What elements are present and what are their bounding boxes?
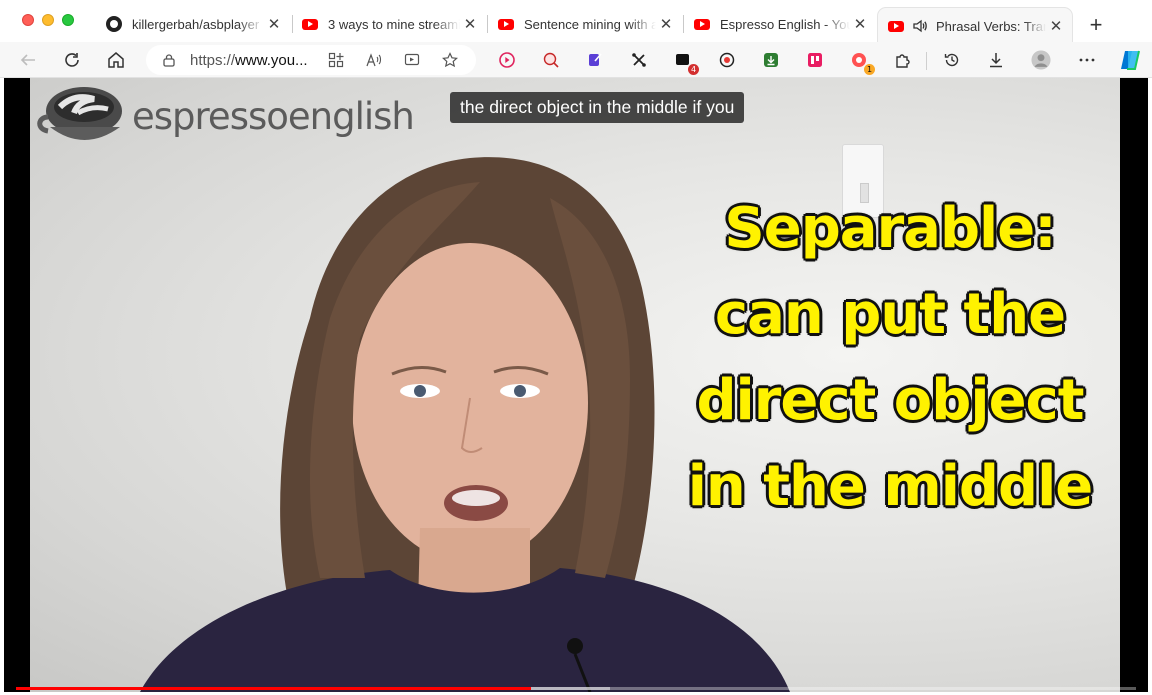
played-bar: [16, 687, 532, 690]
tab-github-asbplayer[interactable]: killergerbah/asbplayer ✕: [92, 8, 290, 40]
overlay-line: Separable:: [724, 196, 1056, 261]
address-bar[interactable]: https://www.you...: [146, 45, 476, 75]
toolbar-divider: [926, 52, 927, 70]
url-scheme: https://: [190, 51, 236, 69]
extension-note-pen-icon[interactable]: [585, 50, 605, 70]
app-available-icon[interactable]: [326, 50, 346, 70]
tab-espresso-english[interactable]: Espresso English - YouTube ✕: [680, 8, 876, 40]
profile-avatar[interactable]: [1031, 50, 1051, 70]
tab-phrasal-verbs[interactable]: Phrasal Verbs: Transitive ✕: [878, 8, 1072, 44]
home-icon: [108, 52, 124, 68]
close-window-button[interactable]: [22, 14, 34, 26]
extension-search-icon[interactable]: [541, 50, 561, 70]
youtube-icon: [498, 16, 514, 32]
extension-tab-counter-icon[interactable]: 4: [673, 50, 699, 75]
youtube-icon: [694, 16, 710, 32]
logo-text: espressoenglish: [132, 94, 415, 138]
tab-title: 3 ways to mine streaming: [328, 16, 460, 32]
close-tab-icon[interactable]: ✕: [1046, 17, 1066, 35]
close-tab-icon[interactable]: ✕: [850, 15, 870, 33]
home-button[interactable]: [104, 48, 128, 72]
tab-title: Phrasal Verbs: Transitive: [936, 18, 1046, 34]
browser-toolbar: https://www.you... 4 1: [0, 42, 1152, 78]
extension-badge: 4: [688, 64, 699, 75]
extension-arrows-icon[interactable]: [629, 50, 649, 70]
video-enhance-icon[interactable]: [402, 50, 422, 70]
overlay-line: can put the: [714, 282, 1066, 347]
youtube-icon: [888, 18, 904, 34]
extension-youtube-icon[interactable]: [497, 50, 517, 70]
tab-title: Espresso English - YouTube: [720, 16, 850, 32]
tab-title: Sentence mining with asbplayer: [524, 16, 656, 32]
subtitle-caption: the direct object in the middle if you: [450, 92, 745, 123]
speaker-icon[interactable]: [912, 18, 928, 34]
reload-button[interactable]: [60, 48, 84, 72]
extensions-puzzle-icon[interactable]: [893, 50, 913, 70]
url-host: www.you...: [235, 51, 308, 69]
youtube-icon: [302, 16, 318, 32]
buffered-bar: [531, 687, 610, 690]
tab-strip: killergerbah/asbplayer ✕ 3 ways to mine …: [0, 0, 1152, 44]
history-icon[interactable]: [942, 50, 962, 70]
tab-title: killergerbah/asbplayer: [132, 16, 260, 32]
close-tab-icon[interactable]: ✕: [460, 15, 480, 33]
copilot-icon[interactable]: [1118, 48, 1142, 72]
reload-icon: [65, 53, 79, 67]
extension-download-box-icon[interactable]: [761, 50, 781, 70]
tab-sentence-mining[interactable]: Sentence mining with asbplayer ✕: [484, 8, 682, 40]
video-player[interactable]: espressoenglish the direct object in the…: [4, 78, 1148, 692]
back-button[interactable]: [16, 48, 40, 72]
espresso-english-logo: espressoenglish: [34, 82, 415, 150]
extension-red-circle-icon[interactable]: 1: [849, 50, 875, 75]
extension-badge: 1: [864, 64, 875, 75]
close-tab-icon[interactable]: ✕: [656, 15, 676, 33]
overlay-line: in the middle: [687, 454, 1094, 519]
github-icon: [106, 16, 122, 32]
url-text: https://www.you...: [190, 52, 308, 69]
read-aloud-icon[interactable]: [364, 50, 384, 70]
arrow-left-icon: [20, 54, 35, 66]
new-tab-button[interactable]: +: [1084, 12, 1108, 38]
close-tab-icon[interactable]: ✕: [264, 15, 284, 33]
extension-record-icon[interactable]: [717, 50, 737, 70]
minimize-window-button[interactable]: [42, 14, 54, 26]
lesson-overlay-text: Separable: can put the direct object in …: [650, 186, 1120, 530]
extension-board-icon[interactable]: [805, 50, 825, 70]
lock-icon[interactable]: [162, 53, 176, 67]
more-menu-icon[interactable]: [1077, 50, 1097, 70]
video-progress-bar[interactable]: [16, 687, 1136, 690]
overlay-line: direct object: [696, 368, 1084, 433]
coffee-cup-logo-icon: [37, 87, 122, 140]
video-frame[interactable]: espressoenglish the direct object in the…: [30, 78, 1120, 692]
zoom-window-button[interactable]: [62, 14, 74, 26]
tab-3-ways-mine-streaming[interactable]: 3 ways to mine streaming ✕: [288, 8, 486, 40]
downloads-icon[interactable]: [986, 50, 1006, 70]
favorite-star-icon[interactable]: [440, 50, 460, 70]
